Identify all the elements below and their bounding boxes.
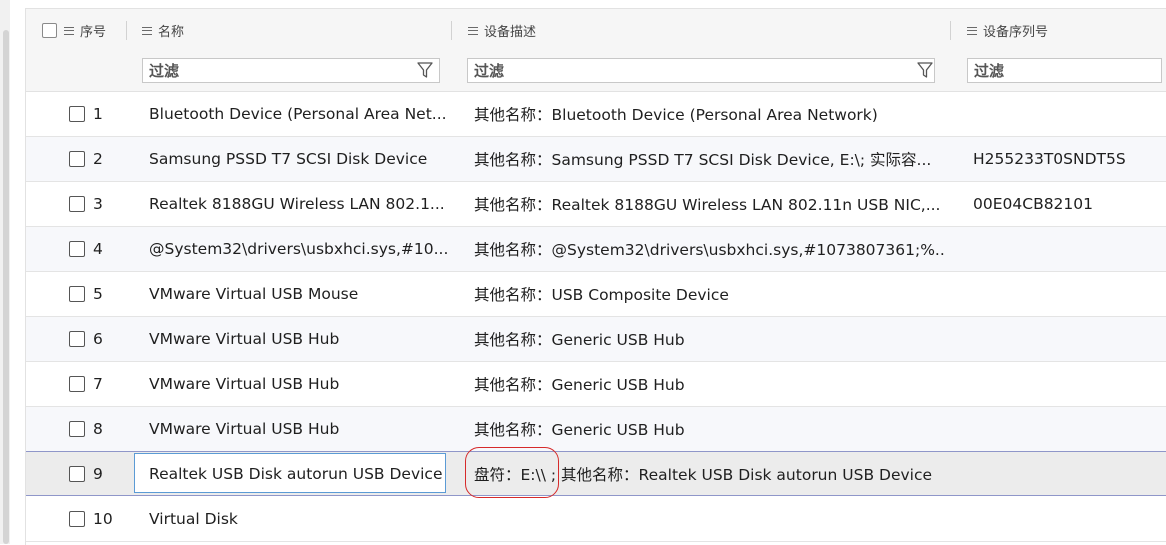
column-menu-icon[interactable] — [967, 27, 977, 35]
name-cell[interactable]: VMware Virtual USB Hub — [149, 362, 449, 406]
row-checkbox[interactable] — [69, 511, 85, 527]
vertical-scrollbar[interactable] — [0, 0, 10, 544]
serial-cell[interactable] — [973, 92, 1163, 136]
row-index: 4 — [93, 240, 103, 258]
index-cell: 9 — [69, 452, 103, 496]
row-index: 8 — [93, 420, 103, 438]
desc-cell[interactable]: 其他名称：Bluetooth Device (Personal Area Net… — [474, 92, 946, 136]
desc-cell[interactable]: 其他名称：Generic USB Hub — [474, 317, 946, 361]
row-checkbox[interactable] — [69, 106, 85, 122]
index-cell: 3 — [69, 182, 103, 226]
index-cell: 10 — [69, 497, 113, 541]
name-cell[interactable]: Bluetooth Device (Personal Area Net... — [149, 92, 449, 136]
table-row[interactable]: 8 VMware Virtual USB Hub 其他名称：Generic US… — [26, 407, 1166, 452]
name-filter-funnel-icon[interactable] — [417, 61, 433, 79]
index-cell: 7 — [69, 362, 103, 406]
filter-bar: 过滤 过滤 过滤 — [26, 51, 1166, 92]
desc-cell[interactable] — [474, 497, 946, 541]
serial-cell[interactable] — [973, 272, 1163, 316]
name-cell[interactable]: VMware Virtual USB Hub — [149, 407, 449, 451]
header-name-label[interactable]: 名称 — [158, 21, 184, 40]
desc-cell[interactable]: 其他名称：Samsung PSSD T7 SCSI Disk Device, E… — [474, 137, 946, 181]
column-divider[interactable] — [126, 21, 127, 40]
index-cell: 6 — [69, 317, 103, 361]
header-index-cell: 序号 — [42, 9, 106, 51]
row-checkbox[interactable] — [69, 421, 85, 437]
name-cell[interactable]: Realtek USB Disk autorun USB Device — [149, 452, 444, 496]
row-index: 2 — [93, 150, 103, 168]
row-checkbox[interactable] — [69, 241, 85, 257]
device-grid: 序号 名称 设备描述 设备序列号 过滤 过滤 过滤 1 Bluetooth De… — [25, 8, 1166, 545]
table-row[interactable]: 3 Realtek 8188GU Wireless LAN 802.1... 其… — [26, 182, 1166, 227]
table-row[interactable]: 7 VMware Virtual USB Hub 其他名称：Generic US… — [26, 362, 1166, 407]
index-cell: 8 — [69, 407, 103, 451]
serial-cell[interactable]: H255233T0SNDT5S — [973, 137, 1163, 181]
serial-cell[interactable] — [973, 497, 1163, 541]
desc-cell[interactable]: 其他名称：USB Composite Device — [474, 272, 946, 316]
column-divider[interactable] — [451, 21, 452, 40]
column-menu-icon[interactable] — [142, 27, 152, 35]
index-cell: 2 — [69, 137, 103, 181]
row-index: 1 — [93, 105, 103, 123]
desc-cell[interactable]: 其他名称：Generic USB Hub — [474, 407, 946, 451]
serial-cell[interactable]: 00E04CB82101 — [973, 182, 1163, 226]
name-cell[interactable]: @System32\drivers\usbxhci.sys,#10... — [149, 227, 449, 271]
serial-cell[interactable] — [973, 452, 1163, 496]
row-checkbox[interactable] — [69, 286, 85, 302]
desc-filter-funnel-icon[interactable] — [917, 61, 933, 79]
row-checkbox[interactable] — [69, 466, 85, 482]
row-checkbox[interactable] — [69, 196, 85, 212]
desc-cell[interactable]: 其他名称：@System32\drivers\usbxhci.sys,#1073… — [474, 227, 946, 271]
serial-cell[interactable] — [973, 407, 1163, 451]
row-index: 9 — [93, 465, 103, 483]
table-row[interactable]: 4 @System32\drivers\usbxhci.sys,#10... 其… — [26, 227, 1166, 272]
table-row-selected[interactable]: 9 Realtek USB Disk autorun USB Device 盘符… — [26, 447, 1166, 498]
header-index-label[interactable]: 序号 — [80, 21, 106, 40]
name-filter-input[interactable]: 过滤 — [142, 58, 440, 83]
header-name-cell: 名称 — [142, 9, 184, 51]
row-index: 3 — [93, 195, 103, 213]
name-cell[interactable]: VMware Virtual USB Hub — [149, 317, 449, 361]
row-index: 7 — [93, 375, 103, 393]
index-cell: 5 — [69, 272, 103, 316]
highlight-callout — [465, 447, 559, 498]
table-row[interactable]: 10 Virtual Disk — [26, 497, 1166, 542]
serial-filter-input[interactable]: 过滤 — [967, 58, 1162, 83]
name-cell[interactable]: Samsung PSSD T7 SCSI Disk Device — [149, 137, 449, 181]
select-all-checkbox[interactable] — [42, 22, 57, 38]
name-cell[interactable]: Realtek 8188GU Wireless LAN 802.1... — [149, 182, 449, 226]
table-row[interactable]: 2 Samsung PSSD T7 SCSI Disk Device 其他名称：… — [26, 137, 1166, 182]
name-cell[interactable]: Virtual Disk — [149, 497, 449, 541]
header-serial-label[interactable]: 设备序列号 — [983, 21, 1048, 40]
header-desc-cell: 设备描述 — [468, 9, 536, 51]
desc-cell[interactable]: 其他名称：Generic USB Hub — [474, 362, 946, 406]
desc-cell[interactable]: 其他名称：Realtek 8188GU Wireless LAN 802.11n… — [474, 182, 946, 226]
serial-cell[interactable] — [973, 362, 1163, 406]
table-row[interactable]: 6 VMware Virtual USB Hub 其他名称：Generic US… — [26, 317, 1166, 362]
table-row[interactable]: 5 VMware Virtual USB Mouse 其他名称：USB Comp… — [26, 272, 1166, 317]
grid-header: 序号 名称 设备描述 设备序列号 — [26, 9, 1166, 51]
index-cell: 4 — [69, 227, 103, 271]
row-index: 6 — [93, 330, 103, 348]
serial-cell[interactable] — [973, 317, 1163, 361]
row-index: 5 — [93, 285, 103, 303]
header-desc-label[interactable]: 设备描述 — [484, 21, 536, 40]
column-divider[interactable] — [950, 21, 951, 40]
desc-filter-input[interactable]: 过滤 — [467, 58, 935, 83]
row-checkbox[interactable] — [69, 331, 85, 347]
column-menu-icon[interactable] — [64, 27, 74, 35]
row-index: 10 — [93, 510, 113, 528]
index-cell: 1 — [69, 92, 103, 136]
name-cell[interactable]: VMware Virtual USB Mouse — [149, 272, 449, 316]
row-checkbox[interactable] — [69, 151, 85, 167]
header-serial-cell: 设备序列号 — [967, 9, 1048, 51]
table-row[interactable]: 1 Bluetooth Device (Personal Area Net...… — [26, 92, 1166, 137]
column-menu-icon[interactable] — [468, 27, 478, 35]
row-checkbox[interactable] — [69, 376, 85, 392]
scrollbar-thumb[interactable] — [3, 30, 9, 544]
serial-cell[interactable] — [973, 227, 1163, 271]
